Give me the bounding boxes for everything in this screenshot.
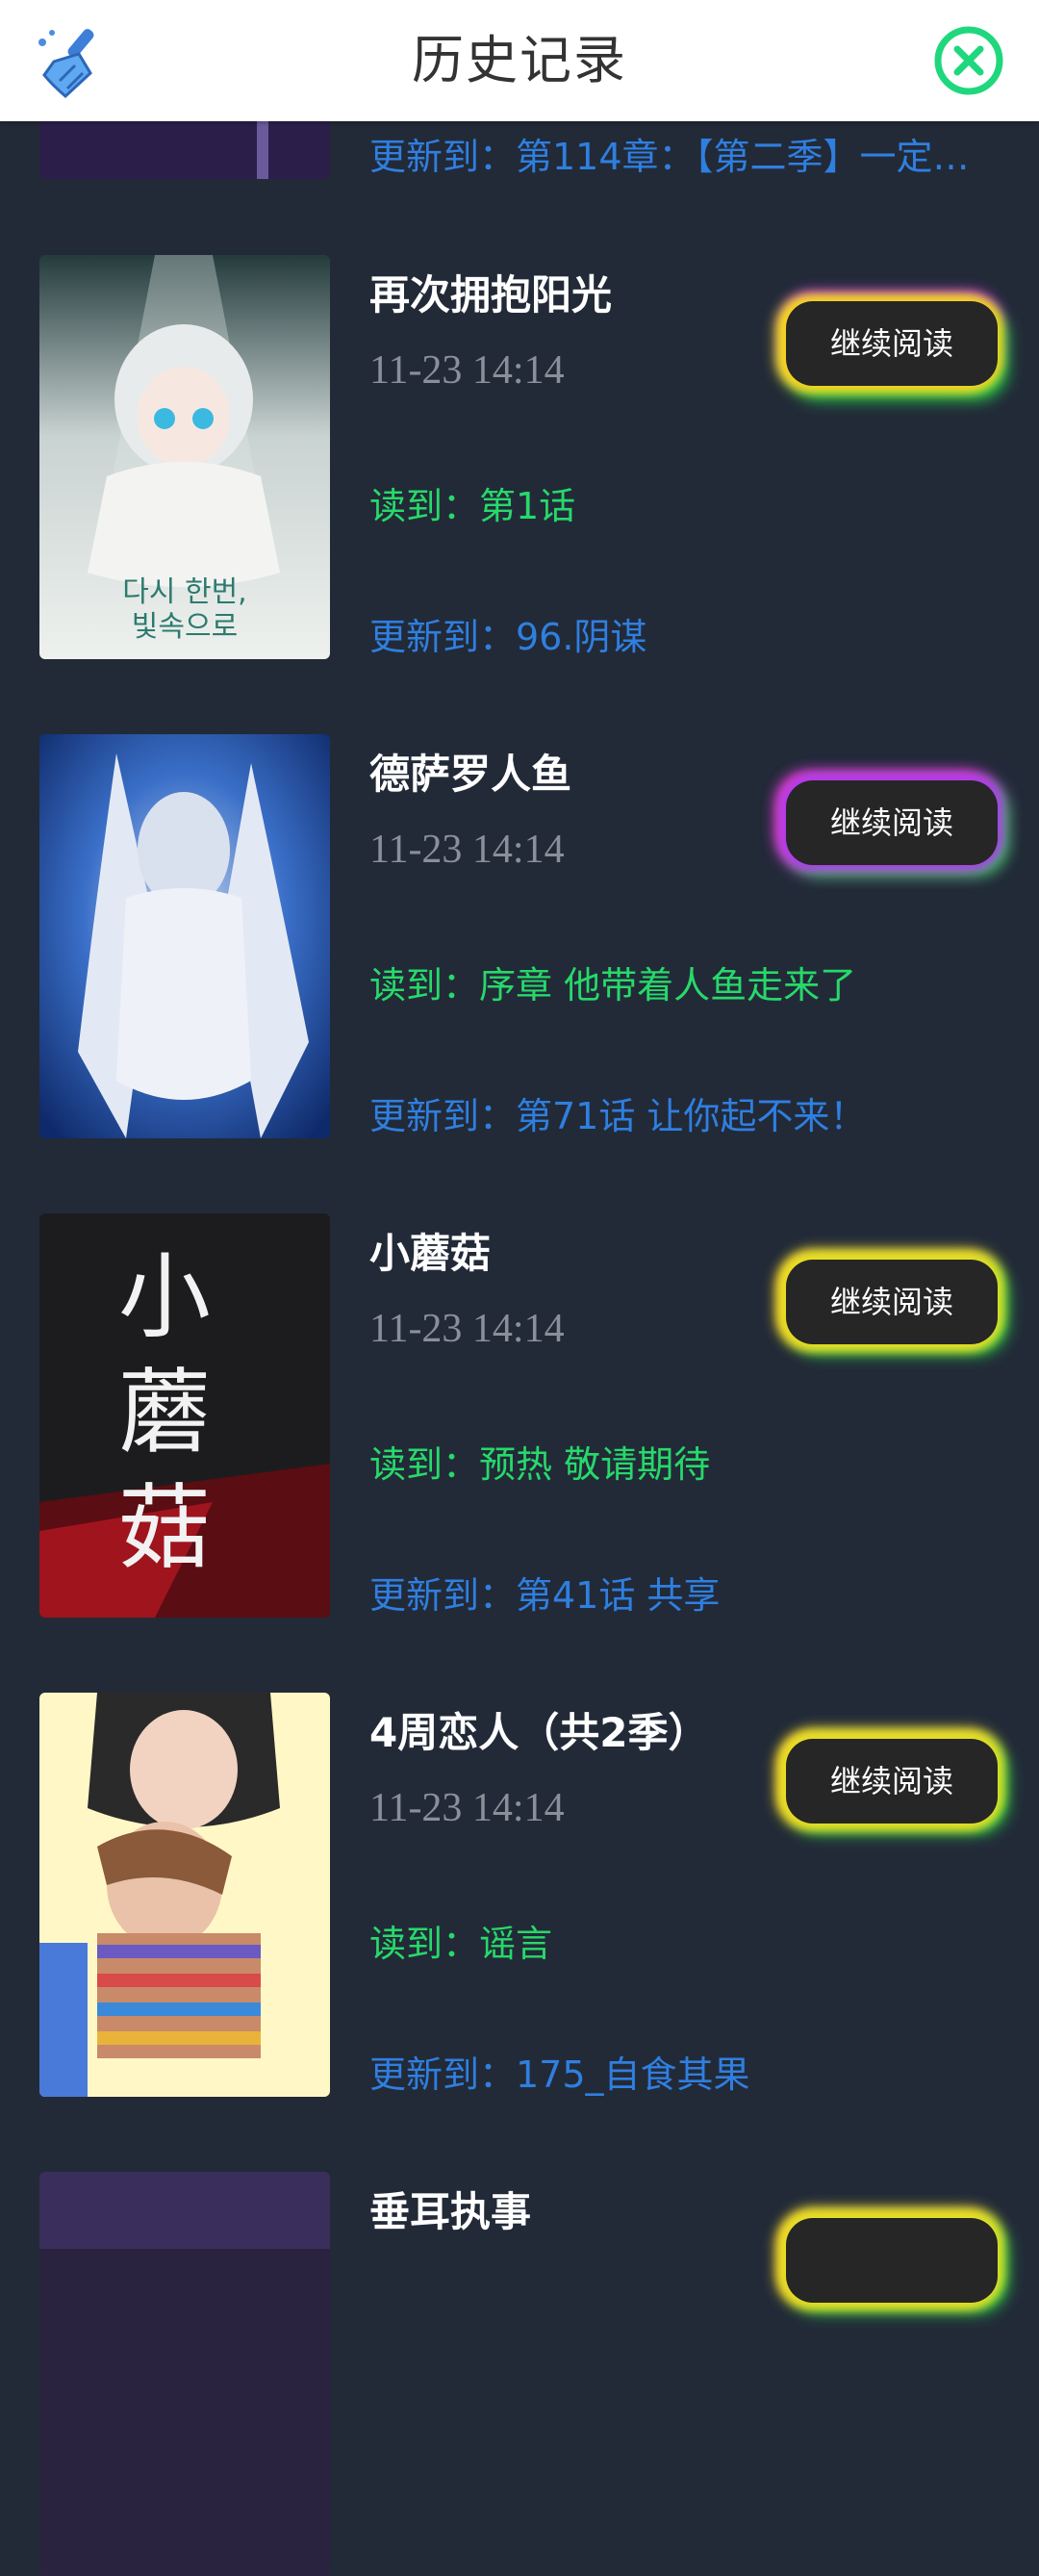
cover-title-text-1: 小 — [118, 1243, 211, 1351]
list-item[interactable]: 다시 한번, 빛속으로 再次拥抱阳光 11-23 14:14 读到：第1话 更新… — [0, 255, 1039, 659]
comic-title: 再次拥抱阳光 — [369, 271, 613, 319]
page-title: 历史记录 — [412, 30, 627, 90]
update-chapter: 更新到：96.阴谋 — [369, 616, 647, 658]
close-circle-icon[interactable] — [933, 25, 1004, 96]
read-progress: 读到：第1话 — [369, 485, 576, 527]
cover-title-text-2: 蘑 — [118, 1359, 211, 1467]
comic-title: 4周恋人（共2季） — [369, 1709, 709, 1756]
cover-image[interactable]: 다시 한번, 빛속으로 — [39, 255, 330, 659]
app-header: 历史记录 — [0, 0, 1039, 121]
list-item[interactable]: 小 蘑 菇 小蘑菇 11-23 14:14 读到：预热 敬请期待 更新到：第41… — [0, 1213, 1039, 1618]
cover-title-text-1: 다시 한번, — [122, 575, 246, 609]
cover-image[interactable] — [39, 2172, 330, 2576]
read-progress: 读到：预热 敬请期待 — [369, 1443, 711, 1486]
read-time: 11-23 14:14 — [369, 348, 565, 393]
comic-title: 垂耳执事 — [369, 2188, 532, 2235]
update-chapter: 更新到：第41话 共享 — [369, 1574, 721, 1617]
history-list[interactable]: 更新到：第114章：【第二季】一定… 다시 한번, 빛속으로 再次拥抱阳光 11… — [0, 0, 1039, 2576]
list-item[interactable]: 德萨罗人鱼 11-23 14:14 读到：序章 他带着人鱼走来了 更新到：第71… — [0, 734, 1039, 1138]
continue-reading-button[interactable]: 继续阅读 — [786, 1260, 998, 1344]
cover-image[interactable] — [39, 1693, 330, 2097]
cover-image[interactable]: 小 蘑 菇 — [39, 1213, 330, 1618]
read-progress: 读到：谣言 — [369, 1923, 553, 1965]
continue-reading-button[interactable]: 继续阅读 — [786, 301, 998, 386]
list-item[interactable]: 4周恋人（共2季） 11-23 14:14 读到：谣言 更新到：175_自食其果… — [0, 1693, 1039, 2097]
cover-title-text-3: 菇 — [118, 1474, 211, 1582]
cover-image[interactable] — [39, 734, 330, 1138]
comic-title: 德萨罗人鱼 — [369, 751, 572, 798]
comic-title: 小蘑菇 — [369, 1230, 492, 1277]
continue-reading-button[interactable]: 继续阅读 — [786, 1739, 998, 1824]
read-progress: 读到：序章 他带着人鱼走来了 — [369, 964, 857, 1007]
list-item[interactable]: 垂耳执事 — [0, 2172, 1039, 2576]
update-chapter: 更新到：第114章：【第二季】一定… — [369, 136, 970, 178]
broom-icon[interactable] — [33, 25, 110, 102]
cover-title-text-2: 빛속으로 — [132, 610, 238, 644]
read-time: 11-23 14:14 — [369, 828, 565, 872]
update-chapter: 更新到：第71话 让你起不来！ — [369, 1095, 867, 1137]
read-time: 11-23 14:14 — [369, 1786, 565, 1830]
read-time: 11-23 14:14 — [369, 1307, 565, 1351]
continue-reading-button[interactable] — [786, 2218, 998, 2303]
continue-reading-button[interactable]: 继续阅读 — [786, 780, 998, 865]
update-chapter: 更新到：175_自食其果 — [369, 2053, 750, 2096]
